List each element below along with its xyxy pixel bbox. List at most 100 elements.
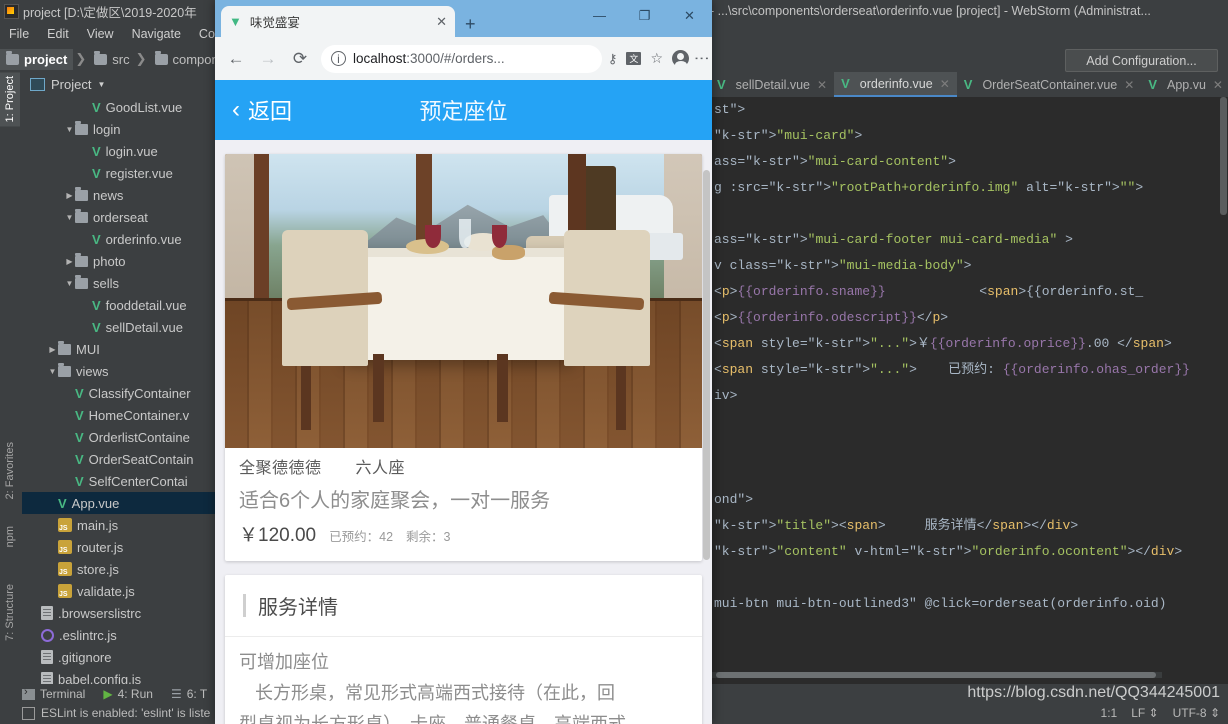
chevron-down-icon[interactable]: ▼ — [97, 80, 105, 89]
tree-toggle-arrow[interactable]: ▼ — [64, 279, 75, 288]
status-bar-tool-buttons[interactable]: Terminal ▶ 4: Run ☰ 6: T — [22, 686, 207, 701]
tree-row[interactable]: V ClassifyContainer — [22, 382, 215, 404]
maximize-button[interactable]: ❐ — [622, 0, 667, 31]
chevron-left-icon: ‹ — [232, 96, 240, 123]
chrome-menu-icon[interactable]: ⋮ — [693, 51, 710, 66]
tree-toggle-arrow[interactable]: ▶ — [64, 257, 75, 266]
tree-toggle-arrow[interactable]: ▶ — [47, 345, 58, 354]
tree-row[interactable]: .eslintrc.js — [22, 624, 215, 646]
editor-vertical-scrollbar[interactable] — [1220, 97, 1227, 657]
address-bar[interactable]: i localhost:3000/#/orders... — [321, 44, 602, 73]
page-info-icon[interactable]: i — [331, 51, 346, 66]
browser-tab-title: 味觉盛宴 — [249, 16, 300, 30]
caret-position[interactable]: 1:1 — [1101, 706, 1118, 720]
js-file-icon — [58, 562, 72, 576]
browser-tab-active[interactable]: ▼ 味觉盛宴 ✕ — [221, 6, 455, 37]
close-tab-icon[interactable]: ✕ — [1124, 78, 1134, 92]
translate-icon[interactable]: 文 — [626, 52, 642, 65]
tree-row[interactable]: .gitignore — [22, 646, 215, 668]
tree-row[interactable]: ▶ news — [22, 184, 215, 206]
editor-tab[interactable]: V OrderSeatContainer.vue ✕ — [957, 72, 1142, 97]
shop-name: 全聚德德德 — [239, 460, 322, 477]
close-tab-icon[interactable]: ✕ — [940, 77, 950, 91]
tree-toggle-arrow[interactable]: ▼ — [64, 213, 75, 222]
editor-tab-label: orderinfo.vue — [859, 76, 933, 91]
close-tab-icon[interactable]: ✕ — [436, 14, 447, 30]
tree-row[interactable]: Vlogin.vue — [22, 140, 215, 162]
tree-row[interactable]: router.js — [22, 536, 215, 558]
back-button[interactable]: ← — [221, 44, 251, 74]
close-window-button[interactable]: ✕ — [667, 0, 712, 31]
tree-row[interactable]: V OrderlistContaine — [22, 426, 215, 448]
tree-row[interactable]: validate.js — [22, 580, 215, 602]
tree-row[interactable]: Vorderinfo.vue — [22, 228, 215, 250]
editor-tab[interactable]: V App.vu ✕ — [1141, 72, 1228, 97]
tree-row[interactable]: .browserslistrc — [22, 602, 215, 624]
file-encoding[interactable]: UTF-8 ⇕ — [1173, 706, 1220, 720]
password-key-icon[interactable]: ⚷ — [608, 51, 618, 67]
remaining-count: 剩余：3 — [406, 530, 451, 544]
menu-file[interactable]: File — [0, 25, 38, 43]
tree-row[interactable]: Vfooddetail.vue — [22, 294, 215, 316]
code-line: "k-str">"mui-card"> — [714, 128, 863, 143]
forward-button[interactable]: → — [253, 44, 283, 74]
status-run-button[interactable]: ▶ 4: Run — [103, 687, 153, 701]
breadcrumb-item-src[interactable]: src — [88, 50, 133, 67]
tool-tab-npm[interactable]: npm — [0, 522, 20, 551]
code-editor[interactable]: st"> "k-str">"mui-card"> ass="k-str">"mui-… — [710, 97, 1228, 657]
tree-row[interactable]: ▼ orderseat — [22, 206, 215, 228]
checkbox-icon[interactable] — [22, 706, 35, 720]
breadcrumb-item-project[interactable]: project — [0, 48, 74, 70]
tree-row[interactable]: babel.config.js — [22, 668, 215, 684]
menu-view[interactable]: View — [78, 25, 123, 43]
minimize-button[interactable]: — — [577, 0, 622, 31]
tree-row[interactable]: ▶ photo — [22, 250, 215, 272]
tree-row[interactable]: ▼ sells — [22, 272, 215, 294]
tree-toggle-arrow[interactable]: ▼ — [64, 125, 75, 134]
tree-row[interactable]: ▼ login — [22, 118, 215, 140]
tool-tab-favorites[interactable]: 2: Favorites — [0, 438, 20, 503]
line-separator[interactable]: LF ⇕ — [1131, 706, 1158, 720]
text-file-icon — [41, 672, 53, 684]
tree-row[interactable]: V HomeContainer.v — [22, 404, 215, 426]
tree-toggle-arrow[interactable]: ▶ — [64, 191, 75, 200]
tree-row[interactable]: V GoodList.vue — [22, 96, 215, 118]
tree-row[interactable]: V SelfCenterContai — [22, 470, 215, 492]
vue-file-icon: V — [92, 319, 101, 335]
tree-row[interactable]: ▼ views — [22, 360, 215, 382]
mui-header-bar: ‹ 返回 预定座位 — [215, 80, 712, 140]
editor-tab-bar[interactable]: VsellDetail.vue ✕ Vorderinfo.vue ✕ V OrderSea… — [710, 72, 1228, 97]
tree-row[interactable]: V OrderSeatContain — [22, 448, 215, 470]
project-file-tree[interactable]: V GoodList.vue ▼ login Vlogin.vue Vregister.v… — [22, 96, 215, 684]
add-configuration-button[interactable]: Add Configuration... — [1065, 49, 1218, 72]
editor-horizontal-scrollbar[interactable] — [712, 672, 1162, 678]
menu-navigate[interactable]: Navigate — [123, 25, 190, 43]
tree-row[interactable]: VsellDetail.vue — [22, 316, 215, 338]
editor-tab[interactable]: VsellDetail.vue ✕ — [710, 72, 834, 97]
status-todo-button[interactable]: ☰ 6: T — [171, 687, 207, 701]
page-scrollbar[interactable] — [703, 170, 710, 570]
editor-tab[interactable]: Vorderinfo.vue ✕ — [834, 72, 957, 97]
tree-row[interactable]: V App.vue — [22, 492, 215, 514]
bookmark-star-icon[interactable]: ☆ — [650, 50, 663, 67]
chrome-browser-window: ▼ 味觉盛宴 ✕ + — ❐ ✕ ← → ⟳ i localhost:3000/… — [215, 0, 712, 724]
page-scroll-area[interactable]: 全聚德德德 六人座 适合6个人的家庭聚会，一对一服务 ￥120.00 已预约：42… — [215, 140, 712, 724]
close-tab-icon[interactable]: ✕ — [1213, 78, 1223, 92]
menu-edit[interactable]: Edit — [38, 25, 78, 43]
profile-avatar-icon[interactable] — [672, 50, 689, 69]
tool-tab-project[interactable]: 1: Project — [0, 72, 20, 127]
tree-row[interactable]: ▶ MUI — [22, 338, 215, 360]
new-tab-button[interactable]: + — [465, 15, 476, 37]
tree-row[interactable]: store.js — [22, 558, 215, 580]
close-tab-icon[interactable]: ✕ — [817, 78, 827, 92]
tree-toggle-arrow[interactable]: ▼ — [47, 367, 58, 376]
reload-button[interactable]: ⟳ — [285, 44, 315, 74]
project-panel-header[interactable]: Project ▼ — [22, 72, 215, 96]
tool-tab-structure[interactable]: 7: Structure — [0, 580, 20, 645]
tree-row[interactable]: main.js — [22, 514, 215, 536]
back-link[interactable]: ‹ 返回 — [232, 94, 292, 126]
ide-title-left-text: project [D:\定做区\2019-2020年 — [23, 5, 197, 20]
tree-row[interactable]: Vregister.vue — [22, 162, 215, 184]
status-terminal-button[interactable]: Terminal — [22, 686, 85, 701]
